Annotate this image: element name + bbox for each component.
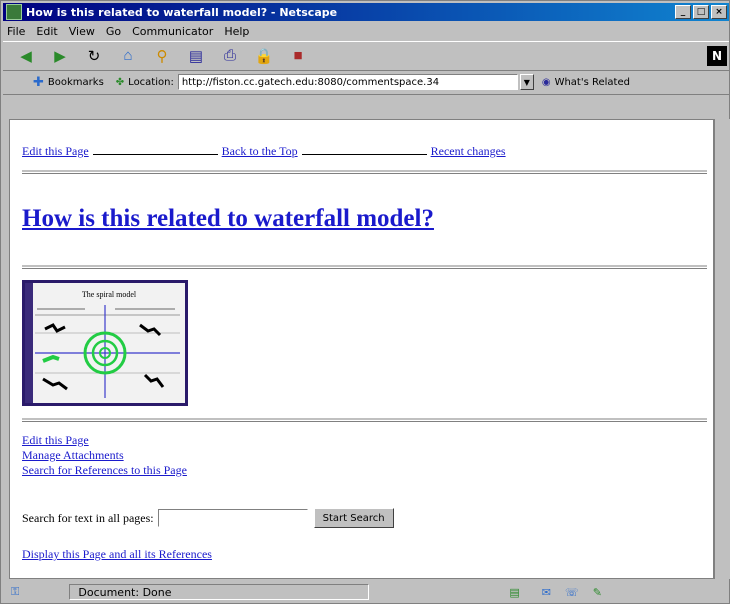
display-references-link[interactable]: Display this Page and all its References — [22, 547, 212, 561]
close-button[interactable]: × — [711, 5, 727, 19]
search-input[interactable] — [157, 509, 308, 527]
edit-page-link[interactable]: Edit this Page — [22, 144, 89, 159]
menu-file[interactable]: File — [7, 25, 25, 38]
reload-icon[interactable]: ↻ — [83, 45, 105, 67]
location-icon: ✤ — [115, 76, 125, 88]
forward-icon[interactable]: ▶ — [49, 45, 71, 67]
search-icon[interactable]: ⚲ — [151, 45, 173, 67]
search-form: Search for text in all pages: Start Sear… — [22, 508, 394, 528]
menu-go[interactable]: Go — [106, 25, 121, 38]
browser-window: How is this related to waterfall model? … — [0, 0, 730, 604]
divider — [22, 170, 707, 174]
home-icon[interactable]: ⌂ — [117, 45, 139, 67]
menu-communicator[interactable]: Communicator — [132, 25, 213, 38]
back-to-top-link[interactable]: Back to the Top — [222, 144, 298, 159]
page-title[interactable]: How is this related to waterfall model? — [22, 205, 434, 232]
recent-changes-link[interactable]: Recent changes — [431, 144, 506, 159]
top-nav: Edit this Page Back to the Top Recent ch… — [22, 144, 506, 159]
status-bar: ⚿ Document: Done ▤ ✉ ☏ ✎ — [3, 581, 729, 603]
netscape-logo-icon: N — [707, 46, 727, 66]
location-toolbar: ✚ Bookmarks ✤ Location: http://fiston.cc… — [3, 70, 729, 95]
whats-related-icon: ◉ — [541, 76, 551, 88]
figure-title: The spiral model — [82, 290, 137, 299]
netscape-icon — [6, 4, 22, 20]
back-icon[interactable]: ◀ — [15, 45, 37, 67]
security-icon[interactable]: 🔒 — [253, 45, 275, 67]
menu-edit[interactable]: Edit — [36, 25, 57, 38]
title-bar: How is this related to waterfall model? … — [3, 3, 729, 21]
window-title: How is this related to waterfall model? … — [26, 5, 338, 19]
separator-line — [92, 144, 218, 155]
chevron-down-icon[interactable]: ▼ — [519, 74, 534, 90]
bookmarks-button[interactable]: Bookmarks — [48, 77, 104, 88]
page-content: Edit this Page Back to the Top Recent ch… — [9, 119, 714, 579]
divider — [22, 265, 707, 269]
spiral-model-image[interactable]: The spiral model — [22, 280, 188, 406]
vertical-scrollbar[interactable] — [714, 119, 730, 579]
search-references-link[interactable]: Search for References to this Page — [22, 463, 187, 477]
maximize-button[interactable]: □ — [693, 5, 709, 19]
manage-attachments-link[interactable]: Manage Attachments — [22, 448, 124, 462]
stop-icon[interactable]: ■ — [287, 45, 309, 67]
menu-help[interactable]: Help — [224, 25, 249, 38]
separator-line — [301, 144, 427, 155]
whats-related-button[interactable]: What's Related — [555, 77, 630, 88]
guide-icon[interactable]: ▤ — [185, 45, 207, 67]
bookmark-icon[interactable]: ✚ — [33, 75, 44, 90]
start-search-button[interactable]: Start Search — [313, 508, 394, 528]
status-text: Document: Done — [69, 584, 370, 600]
newsgroup-icon[interactable]: ☏ — [565, 586, 579, 599]
composer-icon[interactable]: ✎ — [593, 586, 602, 599]
spiral-diagram: The spiral model — [25, 283, 180, 403]
security-status-icon[interactable]: ⚿ — [11, 585, 19, 599]
menu-view[interactable]: View — [69, 25, 95, 38]
navigation-toolbar: ◀ ▶ ↻ ⌂ ⚲ ▤ ⎙ 🔒 ■ N — [3, 41, 729, 71]
connection-icon: ▤ — [509, 585, 520, 599]
mail-icon[interactable]: ✉ — [542, 586, 551, 599]
minimize-button[interactable]: _ — [675, 5, 691, 19]
edit-page-link-bottom[interactable]: Edit this Page — [22, 433, 89, 447]
location-label: Location: — [128, 76, 174, 88]
print-icon[interactable]: ⎙ — [219, 45, 241, 67]
menu-bar: File Edit View Go Communicator Help — [3, 22, 729, 40]
location-input[interactable]: http://fiston.cc.gatech.edu:8080/comment… — [177, 74, 518, 90]
search-label: Search for text in all pages: — [22, 510, 154, 525]
bottom-links: Edit this Page Manage Attachments Search… — [22, 433, 187, 478]
divider — [22, 418, 707, 422]
